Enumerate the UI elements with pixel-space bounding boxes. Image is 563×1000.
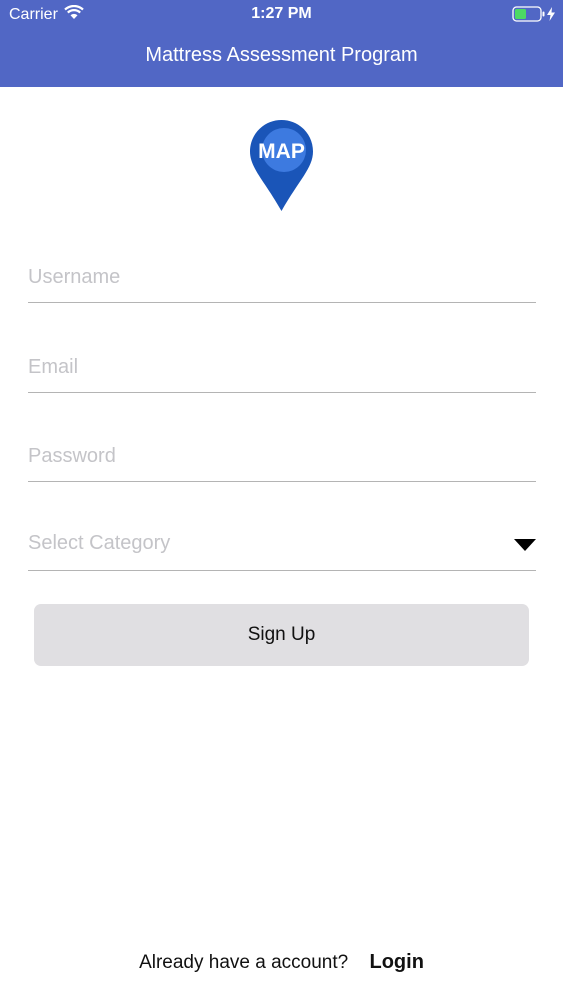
caret-down-icon[interactable] bbox=[514, 538, 536, 551]
charging-bolt-icon bbox=[546, 7, 556, 26]
sign-up-button[interactable]: Sign Up bbox=[34, 604, 529, 666]
status-time: 1:27 PM bbox=[251, 5, 312, 22]
username-field[interactable] bbox=[28, 252, 536, 303]
password-input[interactable] bbox=[28, 431, 536, 481]
login-prompt-row: Already have a account? Login bbox=[0, 951, 563, 974]
account-prompt-text: Already have a account? bbox=[139, 952, 349, 973]
logo-text: MAP bbox=[258, 140, 305, 163]
battery-icon bbox=[512, 6, 546, 27]
category-select[interactable]: Select Category bbox=[28, 520, 536, 571]
category-placeholder: Select Category bbox=[28, 532, 171, 554]
username-input[interactable] bbox=[28, 252, 536, 302]
password-field[interactable] bbox=[28, 431, 536, 482]
map-pin-logo-icon: MAP bbox=[250, 120, 313, 212]
battery-indicator bbox=[512, 6, 556, 27]
login-link[interactable]: Login bbox=[369, 951, 423, 973]
app-header: Carrier 1:27 PM Mattress Assessment Prog… bbox=[0, 0, 563, 87]
email-input[interactable] bbox=[28, 342, 536, 392]
email-field[interactable] bbox=[28, 342, 536, 393]
status-bar: Carrier 1:27 PM bbox=[0, 0, 563, 30]
page-title: Mattress Assessment Program bbox=[145, 44, 418, 66]
